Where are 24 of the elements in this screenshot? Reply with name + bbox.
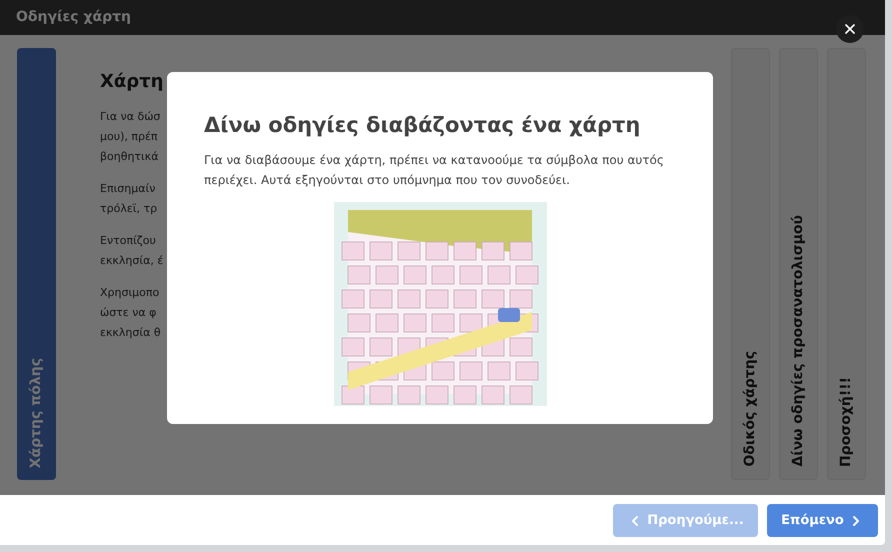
paragraph-line: Εντοπίζου xyxy=(100,233,156,249)
paragraph-line: Χρησιμοπο xyxy=(100,285,160,301)
accordion-tab[interactable]: Χάρτης πόλης xyxy=(17,48,56,480)
paragraph-line: ώστε να φ xyxy=(100,305,156,321)
paragraph-line: Επισημαίν xyxy=(100,181,156,197)
paragraph-line: εκκλησία, έ xyxy=(100,253,164,269)
accordion-tab[interactable]: Οδικός χάρτης xyxy=(731,48,770,480)
tab-label: Δίνω οδηγίες προσανατολισμού xyxy=(789,215,807,467)
paragraph-line: μου), πρέπ xyxy=(100,129,158,145)
modal-title: Δίνω οδηγίες διαβάζοντας ένα χάρτη xyxy=(204,112,642,139)
paragraph-line: εκκλησία θ xyxy=(100,325,161,341)
tab-label: Οδικός χάρτης xyxy=(741,351,759,467)
window-title: Οδηγίες χάρτη xyxy=(16,8,132,27)
tab-label: Προσοχή!!! xyxy=(837,376,855,467)
accordion-tab[interactable]: Προσοχή!!! xyxy=(827,48,866,480)
modal-text: Για να διαβάσουμε ένα χάρτη, πρέπει να κατανοούμε τα σύμβολα που αυτός περιέχει. Αυτά εξηγούνται στο υπόμνημα που τον συνοδεύει. xyxy=(204,152,665,188)
accordion-tab[interactable]: Δίνω οδηγίες προσανατολισμού xyxy=(779,48,818,480)
tab-label: Χάρτης πόλης xyxy=(27,358,45,468)
paragraph-line: Για να δώσ xyxy=(100,109,160,125)
next-button[interactable]: Επόμενο xyxy=(767,504,878,537)
close-icon xyxy=(842,21,858,37)
paragraph-line: τρόλεϊ, τρ xyxy=(100,201,158,217)
paragraph-line: βοηθητικά xyxy=(100,149,159,165)
panel-heading: Χάρτη xyxy=(100,70,164,94)
